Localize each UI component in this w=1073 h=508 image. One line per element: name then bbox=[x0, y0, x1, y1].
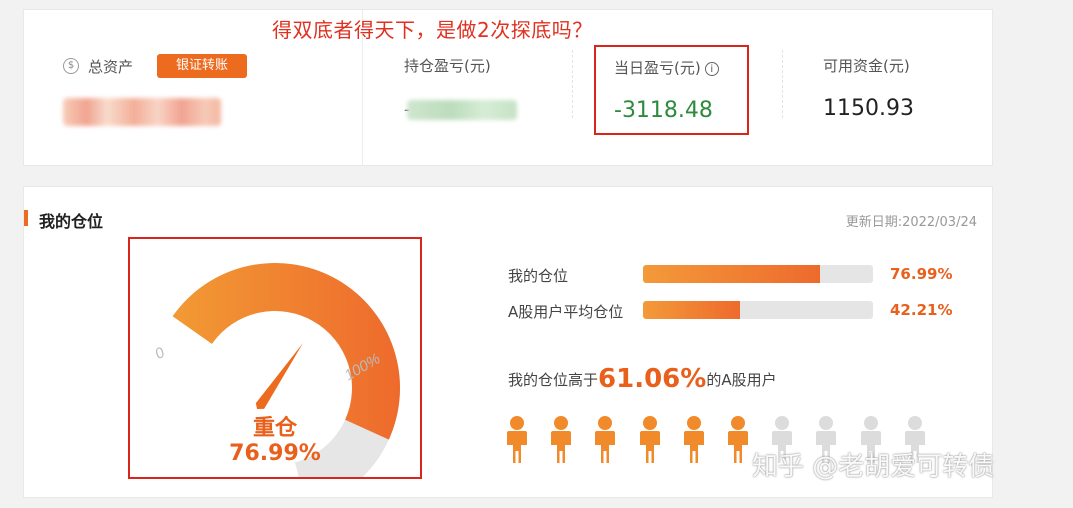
available-cash-label: 可用资金(元) bbox=[823, 57, 910, 75]
comparison-suffix: 的A股用户 bbox=[706, 371, 777, 389]
comparison-prefix: 我的仓位高于 bbox=[508, 371, 599, 389]
holding-pnl-value-blurred bbox=[407, 100, 517, 120]
bar-value-average-position: 42.21% bbox=[890, 301, 953, 319]
annotation-text: 得双底者得天下，是做2次探底吗？ bbox=[272, 18, 593, 42]
bar-label-my-position: 我的仓位 bbox=[508, 267, 569, 285]
bar-track-my-position bbox=[643, 265, 873, 283]
bank-transfer-button[interactable]: 银证转账 bbox=[157, 54, 247, 78]
bar-value-my-position: 76.99% bbox=[890, 265, 953, 283]
update-date: 更新日期:2022/03/24 bbox=[845, 215, 977, 230]
section-accent-bar bbox=[24, 210, 28, 226]
comparison-text: 我的仓位高于61.06%的A股用户 bbox=[508, 364, 777, 394]
total-assets-label: 总资产 bbox=[88, 58, 134, 76]
person-icon-highlighted bbox=[595, 416, 616, 463]
person-icon-highlighted bbox=[728, 416, 748, 463]
bar-fill-my-position bbox=[643, 265, 821, 283]
bar-label-average-position: A股用户平均仓位 bbox=[508, 303, 624, 321]
person-icon-highlighted bbox=[551, 416, 572, 463]
total-assets-value-blurred bbox=[63, 98, 221, 126]
person-icon-highlighted bbox=[639, 416, 660, 463]
coin-icon: $ bbox=[63, 58, 79, 74]
person-icon-highlighted bbox=[683, 416, 704, 463]
watermark-text: 知乎 @老胡爱可转债 bbox=[752, 452, 995, 482]
person-icon-highlighted bbox=[507, 416, 527, 463]
highlight-box bbox=[594, 45, 749, 135]
highlight-box bbox=[128, 237, 422, 479]
comparison-value: 61.06% bbox=[598, 364, 707, 394]
bar-track-average-position bbox=[643, 301, 873, 319]
holding-pnl-label: 持仓盈亏(元) bbox=[404, 57, 491, 75]
column-divider bbox=[782, 50, 783, 118]
bar-fill-average-position bbox=[643, 301, 741, 319]
section-title: 我的仓位 bbox=[39, 212, 104, 231]
available-cash-value: 1150.93 bbox=[823, 96, 914, 121]
column-divider bbox=[572, 50, 573, 118]
